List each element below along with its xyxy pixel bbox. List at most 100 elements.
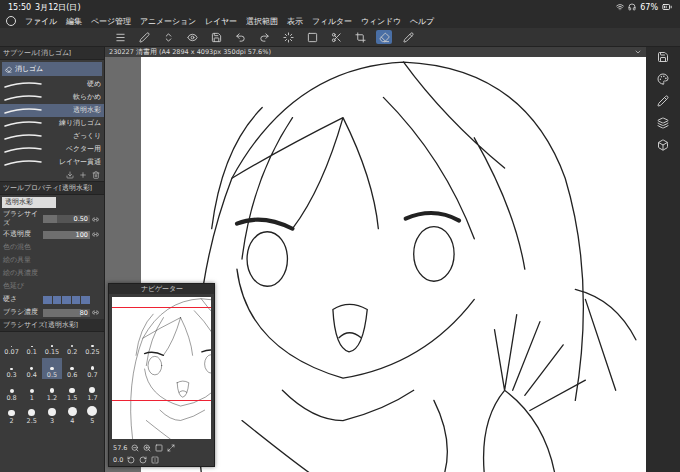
menu-item[interactable]: 選択範囲 [246,16,278,27]
wifi-icon [616,3,624,11]
stroke-preview-icon [3,120,43,128]
property-row[interactable]: 硬さ [0,293,104,306]
property-row: 色延び [0,280,104,293]
property-row[interactable]: 不透明度100 [0,228,104,241]
brush-size-option[interactable]: 1.7 [83,381,102,402]
tool-icon[interactable] [304,30,320,44]
brush-size-option[interactable]: 0.25 [83,335,102,356]
stroke-preview-icon [3,146,43,154]
menu-item[interactable]: ファイル [25,16,57,27]
menu-item[interactable]: フィルター [312,16,352,27]
right-toolbar [646,47,680,472]
subtool-item[interactable]: 硬め [0,78,104,91]
zoom-value[interactable]: 57.6 [113,444,127,452]
trash-icon[interactable] [92,171,100,179]
tool-icon[interactable] [208,30,224,44]
palette-icon[interactable] [657,73,669,85]
property-slider[interactable]: 0.50 [43,215,90,223]
canvas-tab[interactable]: 230227 清書用 (A4 2894 x 4093px 350dpi 57.6… [105,47,646,57]
brush-size-panel: ブラシサイズ[透明水彩]0.070.10.150.20.250.30.40.50… [0,319,104,472]
property-segments[interactable] [43,296,90,304]
brush-size-option[interactable]: 2 [2,404,21,425]
navigator-rotate-row: 0.0 [109,454,214,466]
download-icon[interactable] [66,171,74,179]
property-row[interactable]: ブラシ濃度80 [0,306,104,319]
brush-size-option[interactable]: 0.3 [2,358,21,379]
zoom-out-icon[interactable] [131,444,139,452]
toolbar [0,28,680,47]
canvas-paper[interactable] [141,57,646,472]
subtool-item[interactable]: 軟らかめ [0,91,104,104]
tool-icon[interactable] [136,30,152,44]
menu-icon[interactable] [112,30,128,44]
rotate-right-icon[interactable] [139,456,147,464]
brush-size-option[interactable]: 0.07 [2,335,21,356]
app-logo-icon[interactable] [6,16,16,26]
stroke-preview-icon [3,159,43,167]
stroke-preview-icon [3,107,43,115]
layers-icon[interactable] [657,117,669,129]
subtool-item[interactable]: 練り消しゴム [0,117,104,130]
brush-size-option[interactable]: 5 [83,404,102,425]
chevron-down-icon[interactable] [634,48,642,56]
brush-size-option[interactable]: 4 [63,404,82,425]
menu-item[interactable]: 表示 [287,16,303,27]
menu-bar: ファイル編集ページ管理アニメーションレイヤー選択範囲表示フィルターウィンドウヘル… [0,14,680,28]
menu-item[interactable]: ページ管理 [91,16,131,27]
subtool-item[interactable]: ざっくり [0,130,104,143]
subtool-item[interactable]: ベクター用 [0,143,104,156]
save-icon[interactable] [657,51,669,63]
brush-size-option[interactable]: 0.15 [42,335,61,356]
navigator-thumbnail[interactable] [112,297,211,439]
add-icon[interactable] [79,171,87,179]
menu-item[interactable]: アニメーション [140,16,196,27]
subtool-item[interactable]: 透明水彩 [0,104,104,117]
tool-icon[interactable] [184,30,200,44]
brush-size-option[interactable]: 1 [22,381,41,402]
tool-icon[interactable] [352,30,368,44]
brush-size-option[interactable]: 0.6 [63,358,82,379]
left-panel: サブツール[消しゴム]消しゴム硬め軟らかめ透明水彩練り消しゴムざっくりベクター用… [0,47,105,472]
navigator-window[interactable]: ナビゲーター57.60.0 [108,283,215,467]
brush-size-option[interactable]: 0.1 [22,335,41,356]
subtool-item[interactable]: レイヤー貫通 [0,156,104,169]
link-icon[interactable] [92,231,99,238]
property-row[interactable]: ブラシサイズ0.50 [0,210,104,228]
brush-size-option[interactable]: 0.7 [83,358,102,379]
flip-icon[interactable] [151,456,159,464]
menu-item[interactable]: ヘルプ [410,16,434,27]
brush-size-option[interactable]: 0.4 [22,358,41,379]
fit-icon[interactable] [155,444,163,452]
property-slider[interactable]: 80 [43,309,90,317]
status-bar: 15:503月12日(日)67% [0,0,680,14]
menu-item[interactable]: レイヤー [205,16,237,27]
brush-size-option[interactable]: 0.8 [2,381,21,402]
brush-size-option[interactable]: 1.5 [63,381,82,402]
stroke-preview-icon [3,94,43,102]
brush-size-option[interactable]: 3 [42,404,61,425]
menu-item[interactable]: ウィンドウ [361,16,401,27]
brush-size-option[interactable]: 1.2 [42,381,61,402]
subtool-group-tab[interactable]: 消しゴム [2,62,102,76]
tool-icon[interactable] [328,30,344,44]
property-slider[interactable]: 100 [43,231,90,239]
tool-icon[interactable] [232,30,248,44]
brush-size-option[interactable]: 0.2 [63,335,82,356]
link-icon[interactable] [92,309,99,316]
material-icon[interactable] [657,139,669,151]
fullscreen-icon[interactable] [167,444,175,452]
pencil-icon[interactable] [657,95,669,107]
brush-size-option[interactable]: 0.5 [42,358,61,379]
tool-icon[interactable] [400,30,416,44]
tool-icon[interactable] [376,30,392,44]
navigator-view-rect[interactable] [112,307,211,401]
menu-item[interactable]: 編集 [66,16,82,27]
brush-size-option[interactable]: 2.5 [22,404,41,425]
angle-value[interactable]: 0.0 [113,456,123,464]
zoom-in-icon[interactable] [143,444,151,452]
tool-icon[interactable] [160,30,176,44]
tool-icon[interactable] [256,30,272,44]
tool-icon[interactable] [280,30,296,44]
link-icon[interactable] [92,216,99,223]
rotate-left-icon[interactable] [127,456,135,464]
